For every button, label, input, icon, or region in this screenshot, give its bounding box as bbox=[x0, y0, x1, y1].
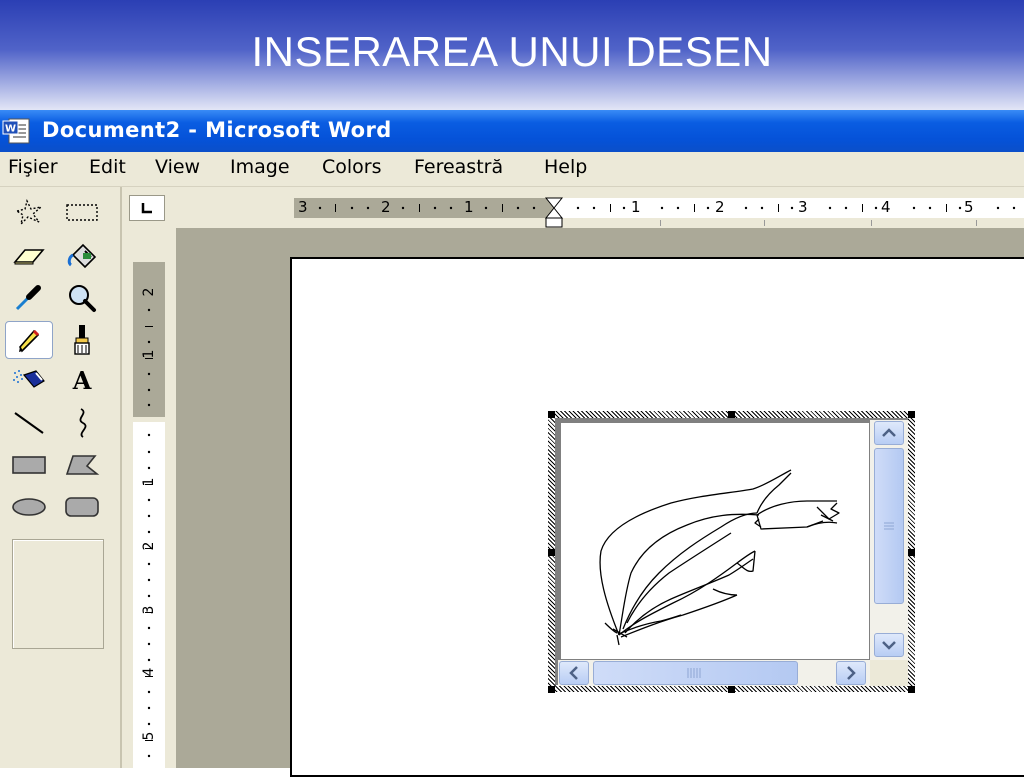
horizontal-scroll-thumb[interactable] bbox=[593, 661, 798, 685]
resize-handle[interactable] bbox=[548, 549, 555, 556]
scrollbar-corner bbox=[870, 660, 908, 686]
tool-line[interactable] bbox=[5, 404, 53, 442]
tool-polygon[interactable] bbox=[58, 446, 106, 484]
tool-options-box[interactable] bbox=[12, 539, 104, 649]
resize-handle[interactable] bbox=[548, 411, 555, 418]
tool-pick-color[interactable] bbox=[5, 279, 53, 317]
ruler-label: 2 bbox=[715, 198, 725, 216]
chevron-down-icon bbox=[882, 641, 896, 650]
rounded-rectangle-icon bbox=[65, 497, 99, 517]
ellipse-icon bbox=[12, 498, 46, 516]
vertical-scroll-thumb[interactable] bbox=[874, 448, 904, 604]
tool-airbrush[interactable] bbox=[5, 361, 53, 399]
scroll-down-button[interactable] bbox=[874, 633, 904, 657]
tab-stop-button[interactable] bbox=[129, 195, 165, 221]
leaf-sketch bbox=[599, 469, 840, 646]
resize-handle[interactable] bbox=[908, 411, 915, 418]
grip-icon bbox=[884, 522, 894, 530]
tool-text[interactable]: A bbox=[58, 361, 106, 399]
tool-select[interactable] bbox=[58, 193, 106, 231]
menu-colors[interactable]: Colors bbox=[322, 156, 382, 178]
ruler-label: 1 bbox=[464, 198, 474, 216]
tool-fill-with-color[interactable] bbox=[58, 237, 106, 275]
rectangle-icon bbox=[12, 456, 46, 474]
menu-file[interactable]: Fişier bbox=[8, 156, 58, 178]
tool-magnifier[interactable] bbox=[58, 279, 106, 317]
pick-color-icon bbox=[15, 285, 41, 311]
magnifier-icon bbox=[69, 285, 96, 312]
svg-text:W: W bbox=[5, 124, 16, 135]
free-form-select-icon bbox=[15, 198, 44, 227]
slide-title: INSERAREA UNUI DESEN bbox=[251, 28, 773, 75]
tool-rectangle[interactable] bbox=[5, 446, 53, 484]
resize-handle[interactable] bbox=[548, 686, 555, 693]
ruler-label: 2 bbox=[141, 541, 157, 551]
scroll-left-button[interactable] bbox=[559, 661, 589, 685]
left-tab-icon bbox=[141, 203, 152, 214]
paint-canvas[interactable] bbox=[561, 423, 869, 659]
tool-ellipse[interactable] bbox=[5, 488, 53, 526]
menu-view[interactable]: View bbox=[155, 156, 200, 178]
menu-help[interactable]: Help bbox=[544, 156, 587, 178]
tool-pencil[interactable] bbox=[5, 321, 53, 359]
select-icon bbox=[66, 204, 98, 221]
text-icon: A bbox=[72, 365, 92, 395]
chevron-right-icon bbox=[847, 666, 856, 680]
fill-with-color-icon bbox=[67, 243, 97, 269]
menu-edit[interactable]: Edit bbox=[89, 156, 126, 178]
ruler-label: 1 bbox=[141, 477, 157, 487]
tool-eraser[interactable] bbox=[5, 237, 53, 275]
window-title: Document2 - Microsoft Word bbox=[42, 118, 392, 142]
eraser-icon bbox=[13, 249, 45, 265]
scroll-right-button[interactable] bbox=[836, 661, 866, 685]
pencil-icon bbox=[19, 329, 40, 353]
chevron-up-icon bbox=[882, 428, 896, 437]
polygon-icon bbox=[65, 455, 100, 475]
resize-handle[interactable] bbox=[908, 686, 915, 693]
curve-icon bbox=[79, 408, 87, 438]
resize-handle[interactable] bbox=[908, 549, 915, 556]
ruler-label: 3 bbox=[798, 198, 808, 216]
resize-handle[interactable] bbox=[728, 686, 735, 693]
ruler-label: 3 bbox=[141, 605, 157, 615]
menu-window[interactable]: Fereastră bbox=[414, 156, 503, 178]
ruler-label: 1 bbox=[141, 349, 157, 359]
airbrush-icon bbox=[13, 370, 45, 388]
scroll-up-button[interactable] bbox=[874, 421, 904, 445]
grip-icon bbox=[687, 668, 701, 678]
brush-icon bbox=[74, 325, 90, 355]
tool-free-form-select[interactable] bbox=[5, 193, 53, 231]
menu-bar bbox=[0, 152, 1024, 187]
ruler-label: 4 bbox=[881, 198, 891, 216]
ruler-label: 4 bbox=[141, 667, 157, 677]
ruler-label: 2 bbox=[381, 198, 391, 216]
ruler-label: 3 bbox=[298, 198, 308, 216]
ruler-label: 5 bbox=[141, 731, 157, 741]
line-icon bbox=[14, 412, 44, 434]
ruler-label: 2 bbox=[141, 287, 157, 297]
ruler-label: 5 bbox=[964, 198, 974, 216]
tool-rounded-rectangle[interactable] bbox=[58, 488, 106, 526]
menu-image[interactable]: Image bbox=[230, 156, 290, 178]
ruler-label: 1 bbox=[631, 198, 641, 216]
tool-brush[interactable] bbox=[58, 321, 106, 359]
chevron-left-icon bbox=[569, 666, 578, 680]
tool-curve[interactable] bbox=[58, 404, 106, 442]
resize-handle[interactable] bbox=[728, 411, 735, 418]
word-icon[interactable]: W bbox=[2, 117, 32, 145]
